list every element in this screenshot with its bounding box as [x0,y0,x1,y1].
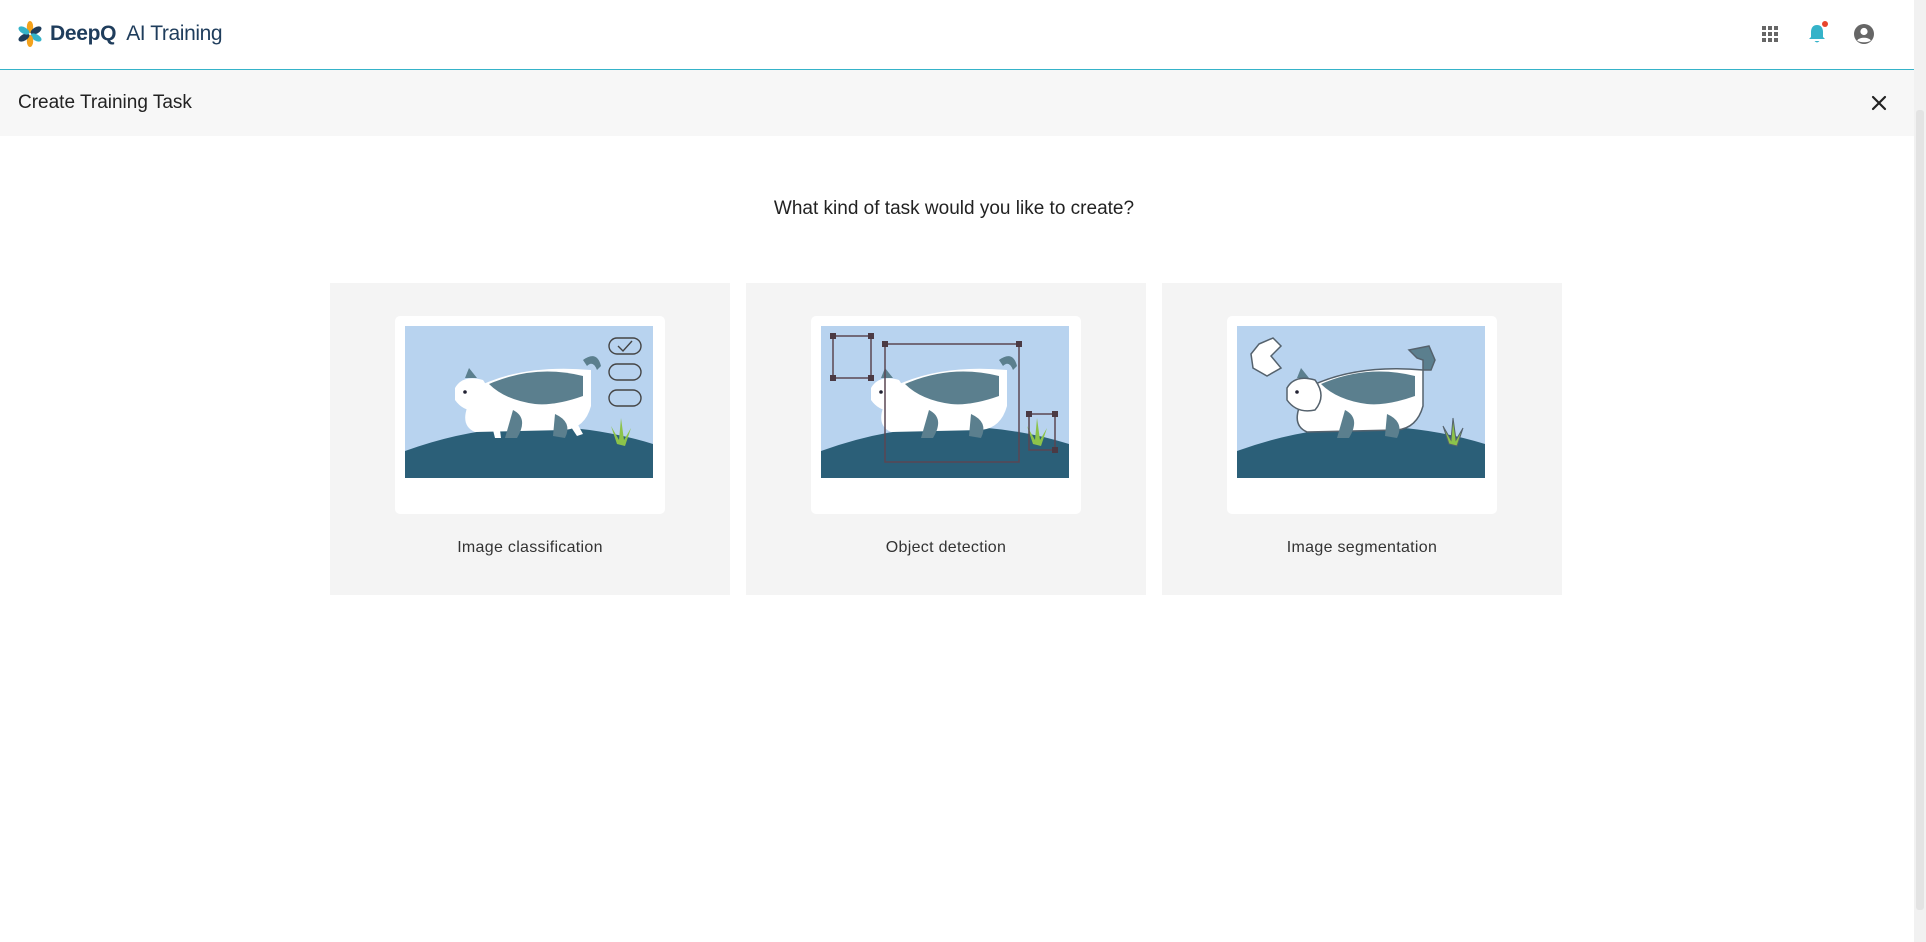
dialog-title: Create Training Task [18,92,192,113]
account-circle-icon[interactable] [1852,20,1876,48]
object-detection-illustration [821,326,1069,478]
close-icon[interactable] [1868,92,1890,114]
apps-grid-icon[interactable] [1758,20,1782,48]
task-card-label: Image segmentation [1286,539,1438,556]
task-card-label: Object detection [885,539,1007,556]
deepq-logo[interactable]: DeepQ AI Training [16,20,223,48]
task-card-image-classification[interactable]: Image classification [330,283,730,595]
thumbnail-frame [1227,316,1497,514]
image-classification-illustration [405,326,653,478]
image-segmentation-illustration [1237,326,1485,478]
scrollbar-thumb[interactable] [1916,110,1924,910]
task-type-options: Image classification Object detection Im… [330,283,1562,595]
thumbnail-frame [395,316,665,514]
vertical-scrollbar[interactable] [1914,0,1926,942]
top-navigation-bar: DeepQ AI Training [0,0,1914,70]
deepq-flower-icon [18,21,42,47]
logo-brand-text: DeepQ [50,22,117,45]
task-type-question: What kind of task would you like to crea… [773,198,1135,219]
thumbnail-frame [811,316,1081,514]
task-card-object-detection[interactable]: Object detection [746,283,1146,595]
task-card-image-segmentation[interactable]: Image segmentation [1162,283,1562,595]
task-card-label: Image classification [457,539,603,556]
bell-icon[interactable] [1805,20,1829,48]
notification-dot [1822,21,1828,27]
logo-product-text: AI Training [126,22,223,45]
dialog-header: Create Training Task [0,70,1914,136]
